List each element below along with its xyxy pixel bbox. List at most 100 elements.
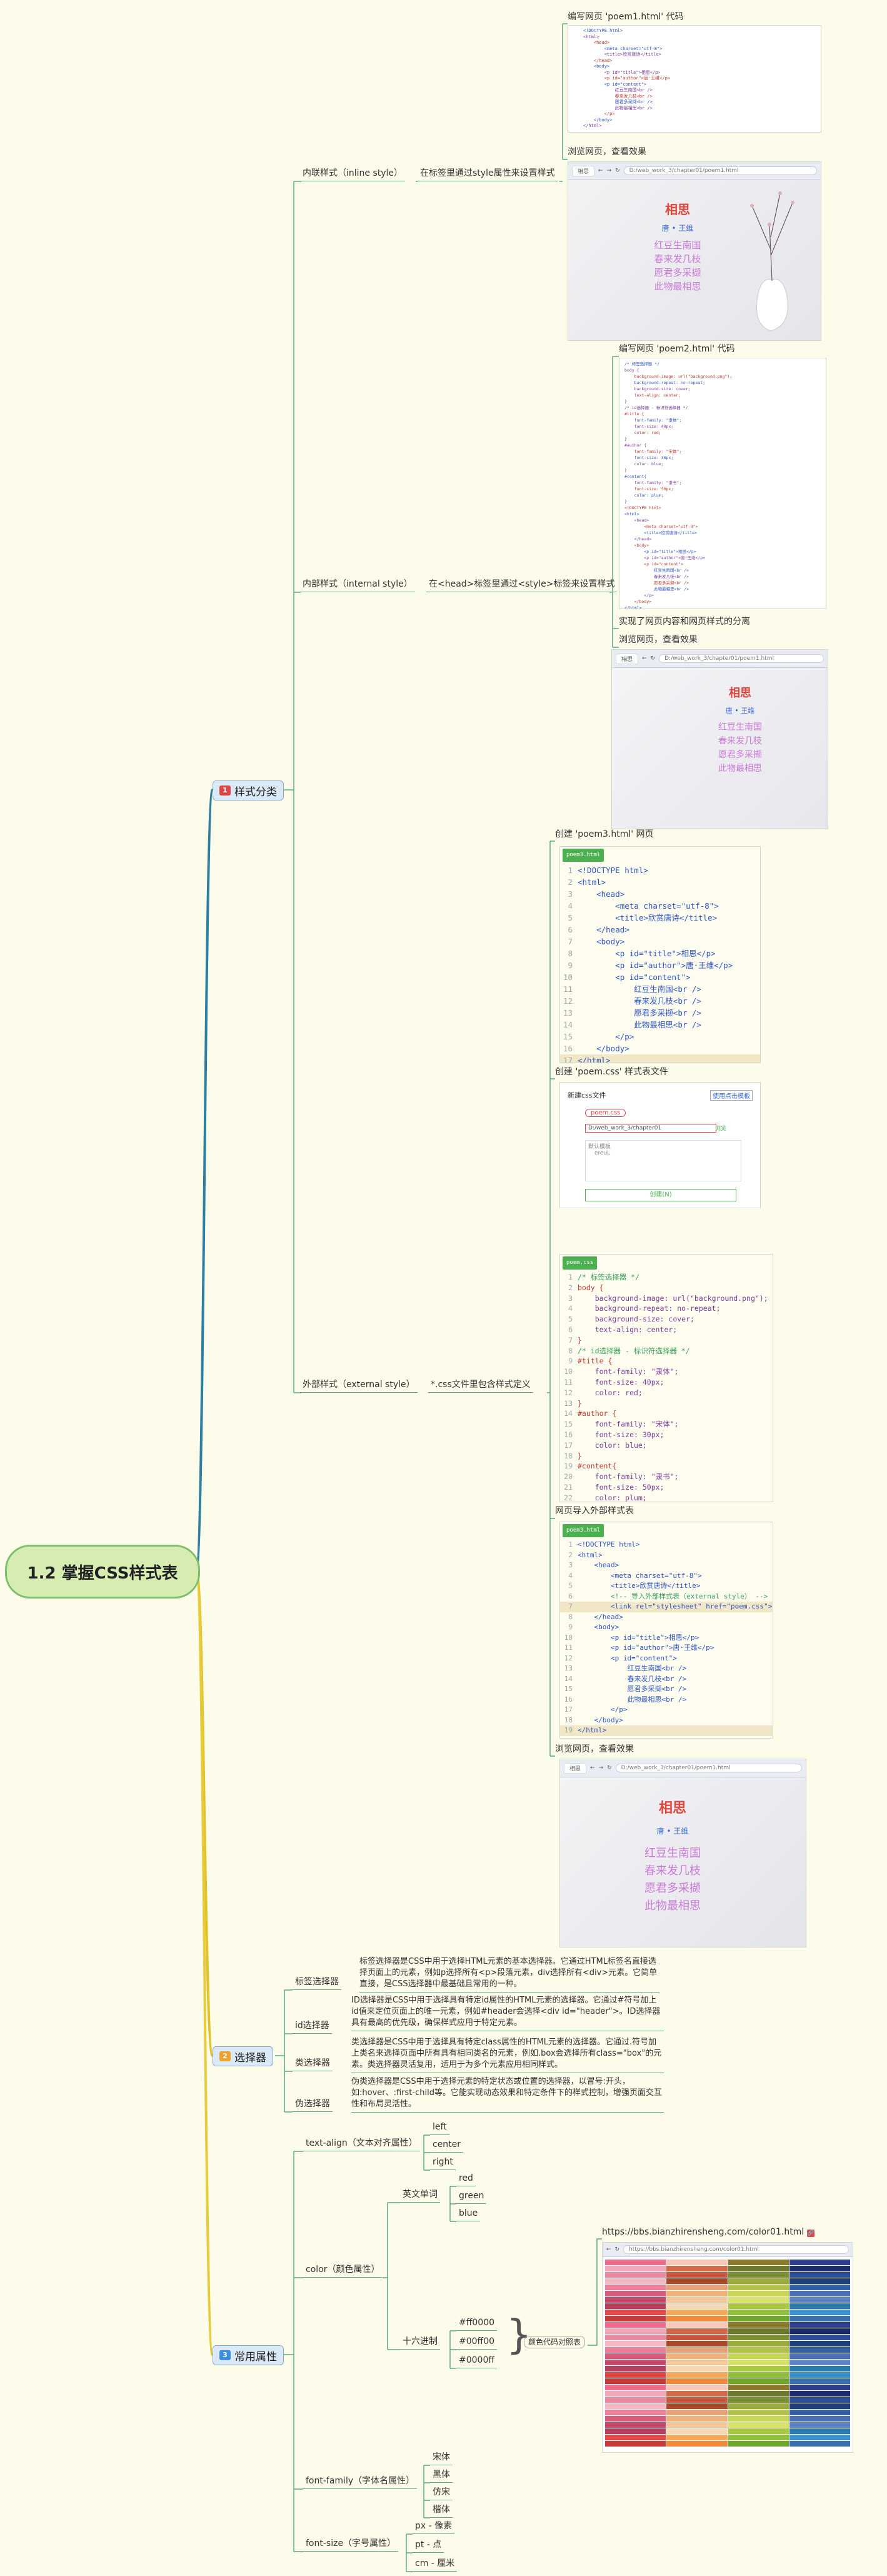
mini-code-line: <html> (583, 34, 599, 39)
line-number: 6 (568, 925, 573, 934)
internal-style-node[interactable]: 内部样式（internal style） (300, 578, 415, 592)
color-hex-green: #00ff00 (456, 2336, 498, 2350)
code-line: 5 <title>欣赏唐诗</title> (560, 912, 760, 924)
code-line: 12 春来发几枝<br /> (560, 995, 760, 1007)
color-swatch (666, 2303, 728, 2309)
nav-back-icon[interactable]: ← (642, 655, 647, 662)
font-size-node[interactable]: font-size（字号属性） (303, 2538, 399, 2552)
address-bar[interactable]: https://bbs.bianzhirensheng.com/color01.… (623, 2245, 849, 2254)
color-swatch (789, 2403, 850, 2409)
template-label: 默认模板 (588, 1144, 611, 1150)
color-swatch (666, 2366, 728, 2371)
mini-code-line: } (624, 437, 627, 442)
dialog-title: 新建css文件 (568, 1091, 606, 1099)
category-style-types[interactable]: 1 样式分类 (213, 780, 284, 801)
line-number: 16 (563, 1044, 573, 1053)
line-number: 20 (564, 1472, 573, 1482)
color-swatch (728, 2385, 789, 2390)
mini-code-line: #author { (624, 443, 647, 448)
color-swatch (728, 2397, 789, 2403)
color-swatch (789, 2310, 850, 2315)
color-swatch (789, 2266, 850, 2271)
code-text: body { (578, 1283, 604, 1292)
color-swatch (605, 2378, 666, 2384)
address-bar[interactable]: D:/web_work_3/chapter01/poem1.html (615, 1764, 802, 1772)
create-button[interactable]: 创建(N) (585, 1189, 736, 1201)
code-text: <title>欣赏唐诗</title> (578, 1582, 701, 1590)
address-bar[interactable]: D:/web_work_3/chapter01/poem1.html (659, 654, 824, 663)
external-style-node[interactable]: 外部样式（external style） (300, 1379, 418, 1393)
reload-icon[interactable]: ↻ (651, 655, 656, 662)
path-field[interactable]: D:/web_work_3/chapter01 (585, 1124, 716, 1133)
reload-icon[interactable]: ↻ (607, 1765, 612, 1771)
pseudo-selector-node[interactable]: 伪选择器 (293, 2098, 333, 2112)
nav-back-icon[interactable]: ← (606, 2246, 611, 2253)
color-hex-node[interactable]: 十六进制 (400, 2336, 440, 2350)
template-box[interactable]: 默认模板 ereuL (585, 1140, 741, 1181)
color-swatch (605, 2385, 666, 2390)
color-swatch (605, 2328, 666, 2334)
nav-forward-icon[interactable]: → (599, 1765, 604, 1771)
poem-author: 唐 • 王维 (725, 707, 755, 715)
color-swatch (789, 2435, 850, 2440)
line-number: 7 (568, 1335, 573, 1345)
category-selectors[interactable]: 2 选择器 (213, 2046, 273, 2066)
color-swatch (728, 2435, 789, 2440)
category-label: 样式分类 (234, 785, 277, 799)
code-text: color: red; (578, 1388, 643, 1397)
code-line: 2 body { (560, 1283, 773, 1293)
nav-forward-icon[interactable]: → (607, 168, 612, 174)
code-text: font-family: "隶体"; (578, 1367, 679, 1376)
mini-code-line: </html> (583, 123, 602, 128)
mini-code-line: <head> (624, 518, 649, 523)
code-line: 17 </html> (560, 1054, 760, 1063)
color-node[interactable]: color（颜色属性） (303, 2264, 383, 2278)
class-selector-node[interactable]: 类选择器 (293, 2058, 333, 2071)
code-line: 14 此物最相思<br /> (560, 1019, 760, 1031)
file-name-field[interactable]: poem.css (585, 1109, 626, 1117)
color-english-node[interactable]: 英文单词 (400, 2189, 440, 2203)
nav-back-icon[interactable]: ← (598, 168, 603, 174)
color-table-url[interactable]: https://bbs.bianzhirensheng.com/color01.… (602, 2226, 814, 2238)
browser-toolbar: 相思 ← ↻ D:/web_work_3/chapter01/poem1.htm… (612, 650, 828, 668)
code-text: font-family: "宋体"; (578, 1420, 679, 1429)
nav-back-icon[interactable]: ← (590, 1765, 595, 1771)
browser-tab[interactable]: 相思 (616, 653, 639, 664)
code-text: } (578, 1451, 582, 1460)
line-number: 1 (568, 1540, 573, 1548)
address-bar[interactable]: D:/web_work_3/chapter01/poem1.html (623, 166, 817, 175)
mini-code-line: <meta charset="utf-8"> (583, 46, 663, 51)
code-line: 18 </body> (560, 1715, 773, 1726)
category-properties[interactable]: 3 常用属性 (213, 2345, 284, 2365)
color-swatch (666, 2428, 728, 2434)
browser-tab[interactable]: 相思 (572, 165, 595, 176)
id-selector-node[interactable]: id选择器 (293, 2020, 332, 2034)
tag-selector-node[interactable]: 标签选择器 (293, 1976, 341, 1990)
font-family-node[interactable]: font-family（字体名属性） (303, 2475, 418, 2489)
template-action-link[interactable]: 使用点击模板 (710, 1090, 753, 1101)
poem-css-code-panel: poem.css 1/* 标签选择器 */2 body {3 background… (559, 1254, 773, 1502)
line-number: 17 (564, 1440, 573, 1450)
browse-button[interactable]: 浏览 (715, 1124, 726, 1132)
color-code-table-node[interactable]: 颜色代码对照表 (524, 2336, 586, 2348)
mini-code-line: <p id="author">唐·王维</p> (583, 76, 671, 81)
code-text: <p id="content"> (578, 972, 691, 982)
text-align-node[interactable]: text-align（文本对齐属性） (303, 2138, 420, 2151)
color-swatch (666, 2435, 728, 2440)
color-swatch (605, 2260, 666, 2265)
text-align-left: left (430, 2121, 449, 2135)
poem-line: 红豆生南国 (644, 1847, 701, 1860)
browser-tab[interactable]: 相思 (564, 1762, 587, 1774)
code-text: <!DOCTYPE html> (578, 866, 648, 875)
reload-icon[interactable]: ↻ (615, 2246, 620, 2253)
reload-icon[interactable]: ↻ (615, 168, 620, 174)
mini-code-line: /* id选择器 - 标识符选择器 */ (624, 405, 688, 410)
line-number: 15 (564, 1685, 573, 1693)
poem-author: 唐 • 王维 (656, 1827, 689, 1836)
color-value-blue: blue (456, 2208, 481, 2221)
color-value-red: red (456, 2173, 476, 2186)
code-tag: poem3.html (563, 849, 604, 862)
line-number: 3 (568, 1561, 573, 1569)
inline-style-node[interactable]: 内联样式（inline style） (300, 168, 406, 181)
color-swatch (728, 2328, 789, 2334)
